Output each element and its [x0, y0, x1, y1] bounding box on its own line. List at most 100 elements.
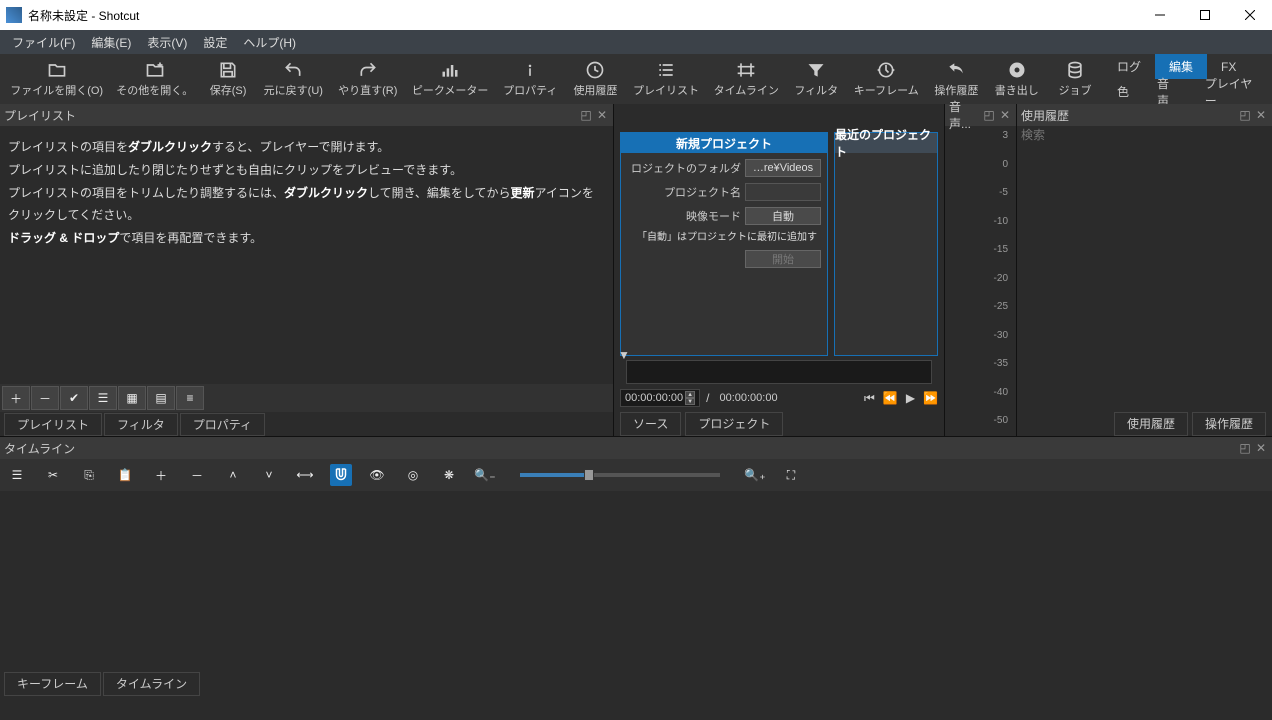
tab-filters[interactable]: フィルタ [104, 413, 178, 436]
audio-meter-panel: 音声...◰✕ 30-5-10-15-20-25-30-35-40-50 [944, 104, 1016, 436]
playlist-add-button[interactable]: ＋ [2, 386, 30, 410]
tab-keyframes-bottom[interactable]: キーフレーム [4, 672, 101, 696]
tc-down-icon[interactable]: ▼ [685, 398, 695, 405]
tc-up-icon[interactable]: ▲ [685, 391, 695, 398]
playlist-view-details[interactable]: ☰ [89, 386, 117, 410]
audio-scale: 30-5-10-15-20-25-30-35-40-50 [945, 126, 1016, 436]
maximize-button[interactable] [1182, 0, 1227, 30]
tab-timeline-bottom[interactable]: タイムライン [103, 672, 200, 696]
timeline-tracks-area[interactable] [0, 491, 1272, 672]
toolbar-redo[interactable]: やり直す(R) [331, 58, 405, 100]
rewind-button[interactable]: ⏪ [883, 391, 898, 406]
split-icon[interactable]: ⟷ [294, 464, 316, 486]
close-icon[interactable]: ✕ [595, 108, 609, 122]
menu-edit[interactable]: 編集(E) [83, 32, 139, 53]
tab-properties[interactable]: プロパティ [180, 413, 265, 436]
project-folder-button[interactable]: …re¥Videos [745, 159, 821, 177]
window-title: 名称未設定 - Shotcut [28, 7, 139, 24]
undock-icon[interactable]: ◰ [1238, 108, 1252, 122]
project-start-button[interactable]: 開始 [745, 250, 821, 268]
tab-recent-history[interactable]: 使用履歴 [1114, 412, 1188, 436]
undock-icon[interactable]: ◰ [1238, 441, 1252, 455]
history-search-input[interactable] [1021, 128, 1268, 142]
menu-view[interactable]: 表示(V) [139, 32, 195, 53]
play-button[interactable]: ▶ [906, 391, 915, 406]
playlist-title: プレイリスト [4, 107, 76, 124]
undock-icon[interactable]: ◰ [579, 108, 593, 122]
menubar: ファイル(F) 編集(E) 表示(V) 設定 ヘルプ(H) [0, 30, 1272, 54]
toolbar-playlist[interactable]: プレイリスト [626, 58, 707, 100]
toolbar-jobs[interactable]: ジョブ [1047, 58, 1103, 100]
video-mode-desc: 「自動」はプロジェクトに最初に追加す [627, 231, 821, 244]
toolbar-peak-meter[interactable]: ピークメーター [405, 58, 495, 100]
new-project-box: 新規プロジェクト ロジェクトのフォルダ…re¥Videos プロジェクト名 映像… [620, 132, 828, 356]
ripple-all-icon[interactable]: ❋ [438, 464, 460, 486]
playlist-menu-button[interactable]: ≡ [176, 386, 204, 410]
close-icon[interactable]: ✕ [1254, 108, 1268, 122]
menu-settings[interactable]: 設定 [195, 32, 235, 53]
playlist-view-icons[interactable]: ▤ [147, 386, 175, 410]
toolbar-save[interactable]: 保存(S) [200, 58, 256, 100]
playlist-remove-button[interactable]: － [31, 386, 59, 410]
tab-action-history[interactable]: 操作履歴 [1192, 412, 1266, 436]
zoom-slider[interactable] [520, 473, 720, 477]
current-timecode[interactable]: 00:00:00:00▲▼ [620, 389, 700, 407]
playlist-view-tiles[interactable]: ▦ [118, 386, 146, 410]
skip-prev-button[interactable]: ⏮ [864, 391, 875, 406]
project-name-input[interactable] [745, 183, 821, 201]
minimize-button[interactable] [1137, 0, 1182, 30]
titlebar: 名称未設定 - Shotcut [0, 0, 1272, 30]
timeline-panel: タイムライン ◰✕ ☰ ✂ ⎘ 📋 ＋ － ˄ ˅ ⟷ 👁 ◎ ❋ 🔍₋ 🔍₊ ⛶… [0, 436, 1272, 696]
layout-player[interactable]: プレイヤー [1191, 79, 1268, 104]
menu-file[interactable]: ファイル(F) [4, 32, 83, 53]
toolbar-history[interactable]: 操作履歴 [926, 58, 986, 100]
close-button[interactable] [1227, 0, 1272, 30]
recent-projects-box: 最近のプロジェクト [834, 132, 938, 356]
zoom-out-icon[interactable]: 🔍₋ [474, 464, 496, 486]
toolbar-timeline[interactable]: タイムライン [706, 58, 786, 100]
toolbar-properties[interactable]: プロパティ [495, 58, 565, 100]
app-icon [6, 7, 22, 23]
toolbar-open[interactable]: ファイルを開く(O) [4, 58, 109, 100]
timeline-menu-icon[interactable]: ☰ [6, 464, 28, 486]
close-icon[interactable]: ✕ [1254, 441, 1268, 455]
forward-button[interactable]: ⏩ [923, 391, 938, 406]
close-icon[interactable]: ✕ [998, 108, 1012, 122]
toolbar-keyframes[interactable]: キーフレーム [846, 58, 926, 100]
tab-source[interactable]: ソース [620, 412, 681, 436]
playlist-update-button[interactable]: ✔ [60, 386, 88, 410]
remove-icon[interactable]: － [186, 464, 208, 486]
toolbar-open-other[interactable]: その他を開く。 [109, 58, 200, 100]
scrub-bar[interactable] [626, 360, 932, 384]
zoom-fit-icon[interactable]: ⛶ [780, 464, 802, 486]
layout-switcher: ログ 編集 FX 色 音声 プレイヤー [1103, 54, 1268, 104]
toolbar-undo[interactable]: 元に戻す(U) [256, 58, 330, 100]
toolbar-recent[interactable]: 使用履歴 [565, 58, 625, 100]
paste-icon[interactable]: 📋 [114, 464, 136, 486]
copy-icon[interactable]: ⎘ [78, 464, 100, 486]
menu-help[interactable]: ヘルプ(H) [235, 32, 304, 53]
preview-panel: 新規プロジェクト ロジェクトのフォルダ…re¥Videos プロジェクト名 映像… [614, 104, 944, 436]
lift-icon[interactable]: ˄ [222, 464, 244, 486]
append-icon[interactable]: ＋ [150, 464, 172, 486]
overwrite-icon[interactable]: ˅ [258, 464, 280, 486]
main-toolbar: ファイルを開く(O) その他を開く。 保存(S) 元に戻す(U) やり直す(R)… [0, 54, 1272, 104]
layout-audio[interactable]: 音声 [1143, 79, 1191, 104]
cut-icon[interactable]: ✂ [42, 464, 64, 486]
toolbar-filters[interactable]: フィルタ [786, 58, 846, 100]
tab-project[interactable]: プロジェクト [685, 412, 783, 436]
zoom-in-icon[interactable]: 🔍₊ [744, 464, 766, 486]
snap-icon[interactable] [330, 464, 352, 486]
layout-log[interactable]: ログ [1103, 54, 1155, 79]
tab-playlist[interactable]: プレイリスト [4, 413, 102, 436]
timeline-title: タイムライン [4, 440, 75, 457]
playlist-help-text: プレイリストの項目をダブルクリックすると、プレイヤーで開けます。 プレイリストに… [0, 126, 613, 384]
history-title: 使用履歴 [1021, 107, 1069, 124]
layout-color[interactable]: 色 [1103, 79, 1143, 104]
toolbar-export[interactable]: 書き出し [987, 58, 1047, 100]
scrub-icon[interactable]: 👁 [366, 464, 388, 486]
undock-icon[interactable]: ◰ [982, 108, 996, 122]
video-mode-select[interactable]: 自動 [745, 207, 821, 225]
ripple-icon[interactable]: ◎ [402, 464, 424, 486]
history-panel: 使用履歴 ◰✕ 使用履歴 操作履歴 [1016, 104, 1272, 436]
